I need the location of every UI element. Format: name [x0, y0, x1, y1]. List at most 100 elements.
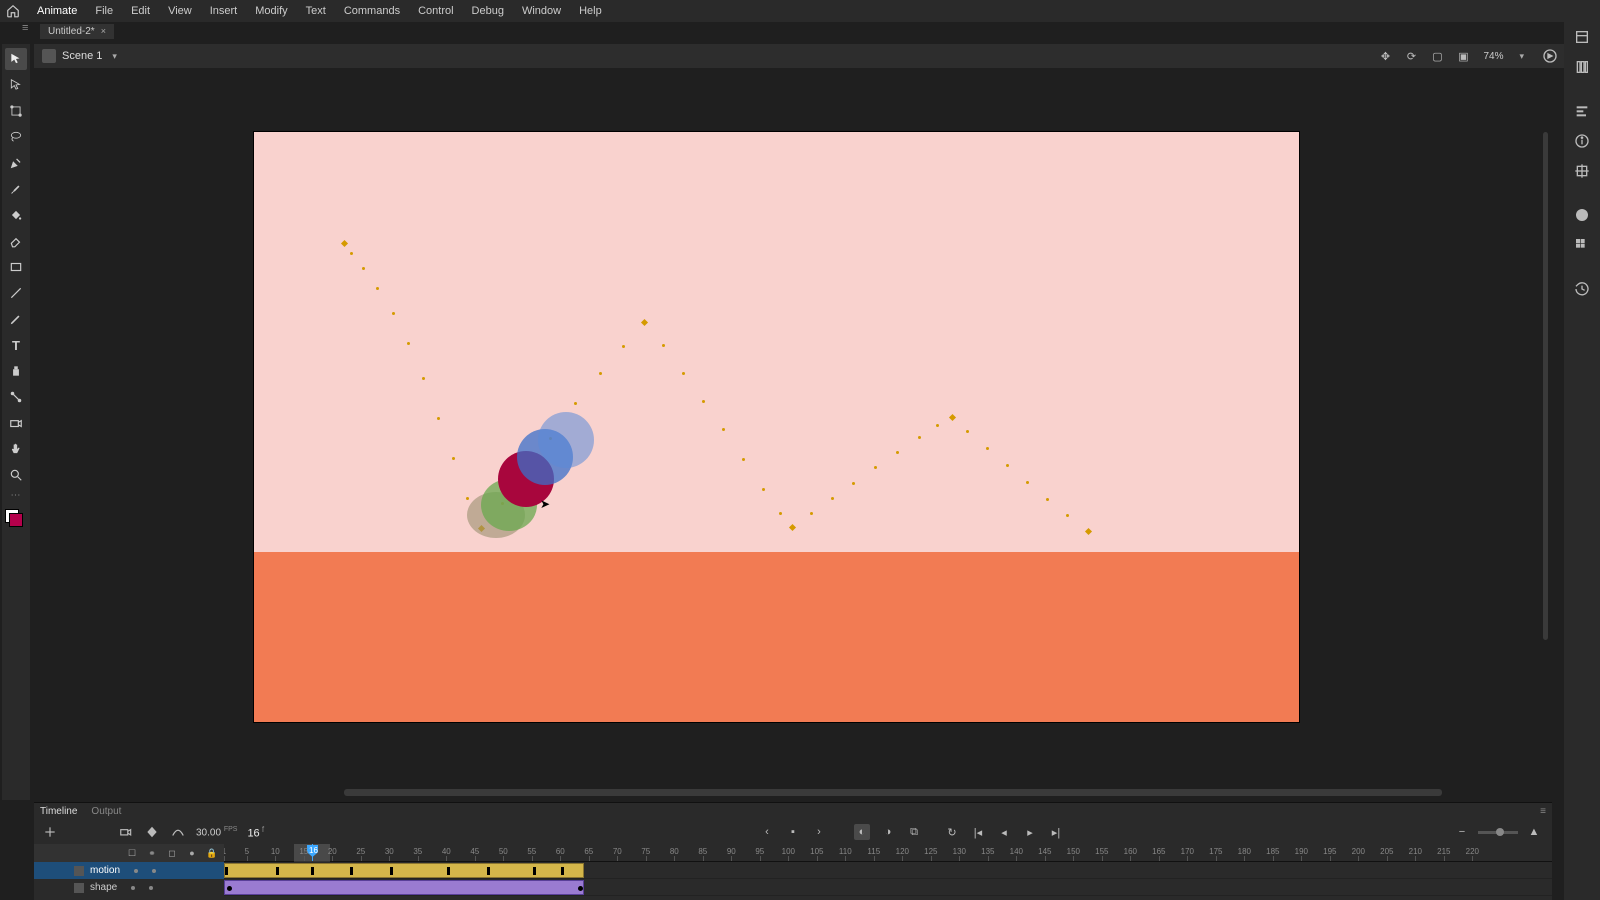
info-panel-icon[interactable] — [1571, 130, 1593, 152]
motion-keyframe-tick[interactable] — [311, 867, 314, 875]
tween-options-icon[interactable] — [170, 824, 186, 840]
fill-color-swatch[interactable] — [9, 513, 23, 527]
menu-edit[interactable]: Edit — [122, 2, 159, 20]
shape-keyframe[interactable] — [578, 886, 583, 891]
home-icon[interactable] — [4, 2, 22, 20]
horizontal-scrollbar[interactable] — [344, 789, 1442, 796]
lasso-tool[interactable] — [5, 126, 27, 148]
motion-keyframe[interactable] — [1085, 528, 1092, 535]
fit-screen-icon[interactable]: ▣ — [1455, 48, 1471, 64]
motion-keyframe-tick[interactable] — [350, 867, 353, 875]
selection-tool[interactable] — [5, 48, 27, 70]
motion-keyframe-tick[interactable] — [225, 867, 228, 875]
tab-output[interactable]: Output — [91, 806, 121, 817]
next-keyframe-icon[interactable]: › — [811, 824, 827, 840]
align-panel-icon[interactable] — [1571, 100, 1593, 122]
clip-stage-icon[interactable]: ▢ — [1429, 48, 1445, 64]
track-shape[interactable] — [224, 879, 1552, 896]
hand-tool[interactable] — [5, 438, 27, 460]
pen-tool[interactable] — [5, 152, 27, 174]
menu-debug[interactable]: Debug — [463, 2, 513, 20]
motion-keyframe-tick[interactable] — [487, 867, 490, 875]
clip-center-icon[interactable]: ✥ — [1377, 48, 1393, 64]
transform-panel-icon[interactable] — [1571, 160, 1593, 182]
insert-keyframe-icon[interactable]: ▪ — [785, 824, 801, 840]
frame-ruler[interactable]: 16 1510152025303540455055606570758085909… — [224, 844, 1552, 862]
shape-tween-span[interactable] — [224, 880, 584, 895]
menu-app-name[interactable]: Animate — [28, 2, 86, 20]
close-icon[interactable]: × — [101, 26, 106, 36]
onion-skin-toggle-icon[interactable]: ◐ — [854, 824, 870, 840]
layer-visibility-icon[interactable]: ● — [186, 847, 198, 859]
scene-selector[interactable]: Scene 1 ▾ — [42, 49, 117, 63]
color-panel-icon[interactable] — [1571, 204, 1593, 226]
layer-lock-icon[interactable]: 🔒 — [206, 847, 218, 859]
layer-vis-dot[interactable] — [131, 886, 135, 890]
stage-canvas[interactable]: ➤ — [254, 132, 1299, 722]
layer-link-icon[interactable]: ⚭ — [146, 847, 158, 859]
layer-row-shape[interactable]: shape — [34, 879, 224, 896]
rotate-view-icon[interactable]: ⟳ — [1403, 48, 1419, 64]
motion-keyframe-tick[interactable] — [276, 867, 279, 875]
stage-area[interactable]: ➤ — [34, 72, 1552, 800]
zoom-in-icon[interactable]: ▲ — [1526, 824, 1542, 840]
layer-highlight-icon[interactable]: ☐ — [126, 847, 138, 859]
pencil-tool[interactable] — [5, 308, 27, 330]
motion-keyframe[interactable] — [341, 240, 348, 247]
motion-keyframe-tick[interactable] — [561, 867, 564, 875]
prev-keyframe-icon[interactable]: ‹ — [759, 824, 775, 840]
motion-tween-span[interactable] — [224, 863, 584, 878]
color-swatches[interactable] — [5, 509, 27, 531]
keyframe-insert-icon[interactable] — [144, 824, 160, 840]
brush-tool[interactable] — [5, 178, 27, 200]
more-tools-icon[interactable]: ⋯ — [11, 490, 22, 501]
zoom-tool[interactable] — [5, 464, 27, 486]
menu-modify[interactable]: Modify — [246, 2, 296, 20]
step-back-icon[interactable]: ◂ — [996, 824, 1012, 840]
keyframe-camera-icon[interactable] — [118, 824, 134, 840]
current-frame-readout[interactable]: 16 f — [247, 825, 264, 840]
motion-keyframe[interactable] — [641, 319, 648, 326]
layer-lock-dot[interactable] — [152, 869, 156, 873]
bone-tool[interactable] — [5, 386, 27, 408]
timeline-zoom-slider[interactable] — [1478, 831, 1518, 834]
track-motion[interactable] — [224, 862, 1552, 879]
zoom-chevron-down-icon[interactable]: ▾ — [1519, 51, 1524, 62]
rectangle-tool[interactable] — [5, 256, 27, 278]
add-layer-icon[interactable] — [42, 824, 58, 840]
ink-bottle-tool[interactable] — [5, 360, 27, 382]
ground-shape[interactable] — [254, 552, 1299, 722]
playhead[interactable]: 16 — [312, 844, 313, 861]
onion-skin-outlines-icon[interactable]: ◑ — [880, 824, 896, 840]
motion-keyframe-tick[interactable] — [390, 867, 393, 875]
free-transform-tool[interactable] — [5, 100, 27, 122]
paint-bucket-tool[interactable] — [5, 204, 27, 226]
collapse-panels-icon[interactable]: ≡ — [22, 22, 36, 36]
swatches-panel-icon[interactable] — [1571, 234, 1593, 256]
properties-panel-icon[interactable] — [1571, 26, 1593, 48]
shape-keyframe[interactable] — [227, 886, 232, 891]
document-tab[interactable]: Untitled-2* × — [40, 24, 114, 39]
edit-multiple-frames-icon[interactable]: ⧉ — [906, 824, 922, 840]
motion-keyframe[interactable] — [949, 414, 956, 421]
export-icon[interactable] — [1542, 48, 1558, 64]
layer-lock-dot[interactable] — [149, 886, 153, 890]
zoom-value[interactable]: 74% — [1481, 51, 1505, 62]
camera-tool[interactable] — [5, 412, 27, 434]
eraser-tool[interactable] — [5, 230, 27, 252]
menu-help[interactable]: Help — [570, 2, 611, 20]
text-tool[interactable]: T — [5, 334, 27, 356]
motion-keyframe-tick[interactable] — [447, 867, 450, 875]
panel-menu-icon[interactable]: ≡ — [1540, 806, 1546, 817]
fps-readout[interactable]: 30.00 FPS — [196, 826, 237, 838]
timeline-track-area[interactable]: 16 1510152025303540455055606570758085909… — [224, 844, 1552, 900]
first-frame-icon[interactable]: |◂ — [970, 824, 986, 840]
subselection-tool[interactable] — [5, 74, 27, 96]
loop-icon[interactable]: ↻ — [944, 824, 960, 840]
history-panel-icon[interactable] — [1571, 278, 1593, 300]
zoom-out-icon[interactable]: − — [1454, 824, 1470, 840]
layer-vis-dot[interactable] — [134, 869, 138, 873]
motion-keyframe[interactable] — [789, 524, 796, 531]
library-panel-icon[interactable] — [1571, 56, 1593, 78]
menu-insert[interactable]: Insert — [201, 2, 247, 20]
